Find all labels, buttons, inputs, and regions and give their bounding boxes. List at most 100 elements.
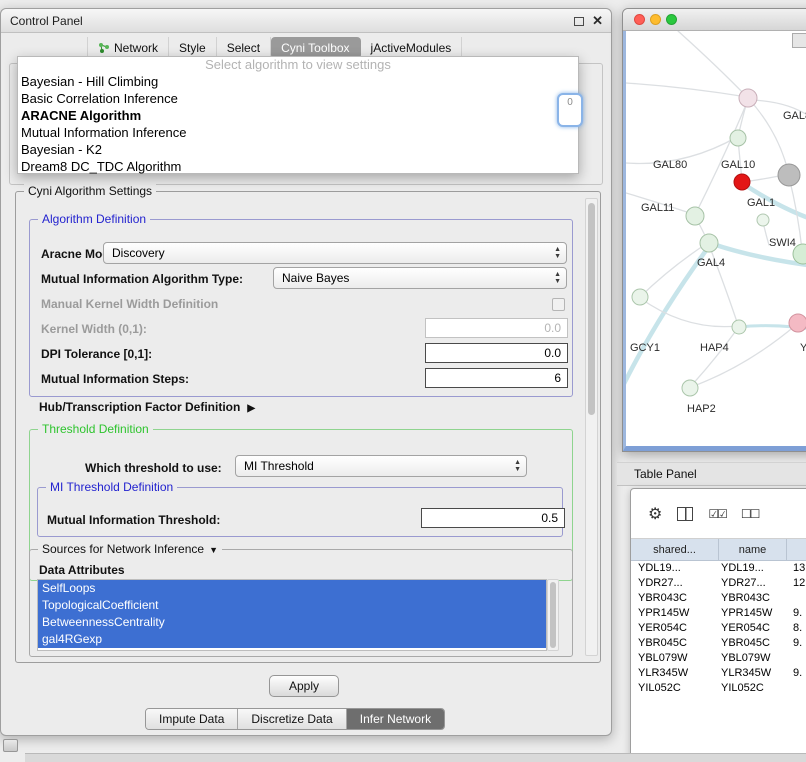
node-label-swi4: SWI4 [769, 237, 796, 249]
table-cell [787, 681, 806, 696]
mi-steps-label: Mutual Information Steps: [41, 372, 189, 386]
network-node[interactable] [757, 214, 769, 226]
network-node[interactable] [734, 174, 750, 190]
table-row[interactable]: YDL19...YDL19...13 [631, 561, 806, 576]
network-node[interactable] [732, 320, 746, 334]
node-label-hap2: HAP2 [687, 403, 716, 415]
network-edge[interactable] [640, 298, 738, 327]
spinner-fragment[interactable]: 0 [557, 93, 583, 127]
network-node[interactable] [700, 234, 718, 252]
control-panel-titlebar[interactable]: Control Panel ✕ [1, 9, 611, 33]
network-node[interactable] [632, 289, 648, 305]
table-row[interactable]: YLR345WYLR345W9. [631, 666, 806, 681]
table-cell: 9. [787, 666, 806, 681]
network-edge[interactable] [678, 31, 747, 97]
network-window-titlebar[interactable] [623, 9, 806, 31]
node-label-gal1: GAL1 [747, 197, 775, 209]
network-node[interactable] [739, 89, 757, 107]
column-header-shared-name[interactable]: shared... [631, 539, 719, 560]
table-panel-title: Table Panel [634, 467, 697, 481]
network-canvas[interactable]: GAL8GAL80GAL10GAL11GAL1SWI4GAL4GCY1HAP4Y… [623, 31, 806, 451]
table-row[interactable]: YIL052CYIL052C [631, 681, 806, 696]
hub-section-toggle[interactable]: Hub/Transcription Factor Definition▶ [39, 400, 255, 414]
apply-button[interactable]: Apply [269, 675, 339, 697]
close-icon[interactable]: ✕ [592, 13, 603, 29]
table-cell: YBL079W [719, 651, 787, 666]
algorithm-option-aracne-algorithm[interactable]: ARACNE Algorithm [18, 107, 578, 124]
settings-scrollbar[interactable] [585, 198, 598, 656]
table-row[interactable]: YBL079WYBL079W [631, 651, 806, 666]
algorithm-definition-title: Algorithm Definition [38, 212, 150, 226]
network-edge[interactable] [640, 244, 706, 297]
node-label-gcy1: GCY1 [630, 342, 660, 354]
table-panel-header: Table Panel [617, 462, 806, 486]
background-window-edge [25, 753, 806, 762]
table-row[interactable]: YPR145WYPR145W9. [631, 606, 806, 621]
network-view-window: GAL8GAL80GAL10GAL11GAL1SWI4GAL4GCY1HAP4Y… [622, 8, 806, 452]
attribute-item-topologicalcoefficient[interactable]: TopologicalCoefficient [38, 597, 546, 614]
network-tab-icon [98, 42, 110, 54]
select-all-icon[interactable]: ☑☑ [708, 507, 726, 521]
algorithm-option-mutual-information-inference[interactable]: Mutual Information Inference [18, 124, 578, 141]
manual-kernel-checkbox [552, 298, 565, 311]
attribute-item-selfloops[interactable]: SelfLoops [38, 580, 546, 597]
bottom-tab-discretize-data[interactable]: Discretize Data [238, 709, 346, 729]
dpi-tolerance-field[interactable]: 0.0 [425, 343, 568, 363]
aracne-mode-select[interactable]: Discovery ▲ ▼ [103, 242, 567, 264]
network-node[interactable] [789, 314, 806, 332]
table-cell: YIL052C [631, 681, 719, 696]
mi-steps-field[interactable]: 6 [425, 368, 568, 388]
table-cell: YIL052C [719, 681, 787, 696]
table-body: YDL19...YDL19...13YDR27...YDR27...12YBR0… [631, 561, 806, 696]
algorithm-option-bayesian-hill-climbing[interactable]: Bayesian - Hill Climbing [18, 73, 578, 90]
bottom-tab-infer-network[interactable]: Infer Network [347, 709, 444, 729]
data-attributes-list[interactable]: SelfLoopsTopologicalCoefficientBetweenne… [37, 579, 547, 651]
network-graph: GAL8GAL80GAL10GAL11GAL1SWI4GAL4GCY1HAP4Y… [626, 31, 806, 448]
columns-icon[interactable] [677, 507, 693, 521]
network-edge[interactable] [750, 176, 779, 181]
canvas-corner-widget[interactable] [792, 33, 806, 48]
which-threshold-select[interactable]: MI Threshold ▲ ▼ [235, 455, 527, 477]
attribute-item-betweennesscentrality[interactable]: BetweennessCentrality [38, 614, 546, 631]
float-window-icon[interactable] [574, 17, 584, 26]
table-cell: YPR145W [719, 606, 787, 621]
data-attributes-label: Data Attributes [39, 563, 125, 577]
zoom-traffic-light-icon[interactable] [666, 14, 677, 25]
network-node[interactable] [778, 164, 800, 186]
arrow-up-icon: ▲ [554, 271, 561, 278]
table-cell: YBR045C [631, 636, 719, 651]
minimized-window-icon[interactable] [3, 739, 18, 752]
table-row[interactable]: YDR27...YDR27...12 [631, 576, 806, 591]
algorithm-option-dream8-dc-tdc-algorithm[interactable]: Dream8 DC_TDC Algorithm [18, 158, 578, 175]
attribute-item-gal4rgexp[interactable]: gal4RGexp [38, 631, 546, 648]
collapse-icon[interactable]: ▼ [209, 545, 218, 555]
gear-icon[interactable]: ⚙ [648, 504, 662, 524]
table-header-row: shared... name [631, 539, 806, 561]
table-cell: YDL19... [719, 561, 787, 576]
cyni-settings-title: Cyni Algorithm Settings [24, 184, 156, 198]
arrow-down-icon: ▼ [554, 253, 561, 260]
column-header-clipped[interactable] [787, 539, 806, 560]
table-row[interactable]: YBR043CYBR043C [631, 591, 806, 606]
network-node[interactable] [682, 380, 698, 396]
network-edge[interactable] [626, 83, 747, 97]
table-row[interactable]: YBR045CYBR045C9. [631, 636, 806, 651]
network-node[interactable] [730, 130, 746, 146]
minimize-traffic-light-icon[interactable] [650, 14, 661, 25]
table-cell: YDR27... [631, 576, 719, 591]
column-header-name[interactable]: name [719, 539, 787, 560]
table-row[interactable]: YER054CYER054C8. [631, 621, 806, 636]
network-node[interactable] [686, 207, 704, 225]
close-traffic-light-icon[interactable] [634, 14, 645, 25]
mi-type-select[interactable]: Naive Bayes ▲ ▼ [273, 267, 567, 289]
hub-section-label: Hub/Transcription Factor Definition [39, 400, 240, 414]
mi-threshold-field[interactable]: 0.5 [421, 508, 565, 528]
algorithm-option-basic-correlation-inference[interactable]: Basic Correlation Inference [18, 90, 578, 107]
threshold-definition-title: Threshold Definition [38, 422, 153, 436]
manual-kernel-label: Manual Kernel Width Definition [41, 297, 218, 311]
algorithm-option-bayesian-k2[interactable]: Bayesian - K2 [18, 141, 578, 158]
deselect-all-icon[interactable]: ☐☐ [741, 507, 759, 521]
attributes-list-scrollbar[interactable] [547, 579, 559, 651]
network-edge[interactable] [691, 325, 796, 387]
bottom-tab-impute-data[interactable]: Impute Data [146, 709, 238, 729]
